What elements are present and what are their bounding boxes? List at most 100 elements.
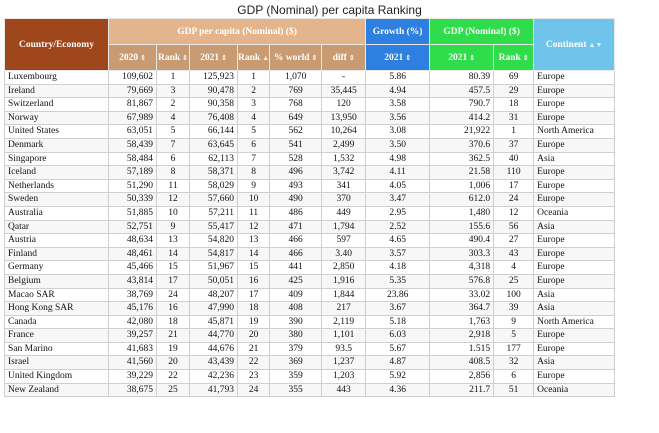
cell-gdp-pc-2020: 63,051 <box>108 124 157 139</box>
cell-growth-2021: 5.67 <box>365 341 431 357</box>
col-header-continent[interactable]: Continent ▲▼ <box>533 18 616 71</box>
subheader-gdp-nominal-2021[interactable]: 2021 ⇕ <box>429 44 495 71</box>
cell-rank-2021: 16 <box>236 273 271 289</box>
sort-icon[interactable]: ⇕ <box>523 54 529 62</box>
cell-rank-2021: 11 <box>236 205 271 221</box>
sort-icon[interactable]: ▲▼ <box>589 41 603 49</box>
cell-world-percent: 390 <box>269 314 323 330</box>
cell-gdp-pc-2021: 44,676 <box>189 341 238 357</box>
cell-world-percent: 486 <box>269 205 323 221</box>
cell-gdp-nominal-rank: 100 <box>493 287 535 303</box>
cell-world-percent: 359 <box>269 369 323 384</box>
cell-gdp-pc-2020: 38,769 <box>108 287 157 303</box>
cell-gdp-nominal-2021: 2,918 <box>429 328 495 343</box>
cell-country: Luxembourg <box>4 70 109 85</box>
cell-gdp-pc-2020: 51,885 <box>108 205 157 221</box>
cell-rank-2021: 23 <box>236 369 271 384</box>
cell-gdp-nominal-2021: 457.5 <box>429 83 495 99</box>
cell-world-percent: 369 <box>269 355 323 371</box>
col-header-country[interactable]: Country/Economy <box>4 18 109 71</box>
subheader-world-percent[interactable]: % world ⇕ <box>269 44 323 71</box>
cell-gdp-nominal-2021: 362.5 <box>429 151 495 167</box>
cell-gdp-pc-2021: 48,207 <box>189 287 238 303</box>
cell-rank-2020: 17 <box>156 273 190 289</box>
cell-world-percent: 408 <box>269 301 323 316</box>
subheader-diff[interactable]: diff ⇕ <box>321 44 367 71</box>
sort-icon[interactable]: ⇕ <box>312 54 318 62</box>
cell-continent: Europe <box>533 97 616 112</box>
cell-gdp-pc-2020: 109,602 <box>108 70 157 85</box>
cell-continent: Asia <box>533 287 616 303</box>
cell-rank-2020: 13 <box>156 233 190 248</box>
sort-icon[interactable]: ⇕ <box>140 54 146 62</box>
cell-gdp-pc-2020: 38,675 <box>108 382 157 398</box>
sort-icon[interactable]: ⇕ <box>182 54 188 62</box>
cell-growth-2021: 4.87 <box>365 355 431 371</box>
cell-gdp-pc-2021: 44,770 <box>189 328 238 343</box>
cell-gdp-pc-2020: 52,751 <box>108 219 157 235</box>
cell-world-percent: 466 <box>269 233 323 248</box>
subheader-rank-2020[interactable]: Rank ⇕ <box>156 44 190 71</box>
cell-gdp-pc-2021: 42,236 <box>189 369 238 384</box>
cell-gdp-pc-2020: 41,560 <box>108 355 157 371</box>
table-row: Ireland 79,669 3 90,478 2 769 35,445 4.94 457.5 2… <box>4 83 616 99</box>
cell-gdp-nominal-rank: 18 <box>493 97 535 112</box>
cell-rank-2020: 8 <box>156 165 190 180</box>
cell-country: New Zealand <box>4 382 109 398</box>
cell-gdp-pc-2021: 58,371 <box>189 165 238 180</box>
cell-gdp-nominal-2021: 155.6 <box>429 219 495 235</box>
table-row: Switzerland 81,867 2 90,358 3 768 120 3.58 790.7… <box>4 97 616 112</box>
cell-rank-2021: 20 <box>236 328 271 343</box>
cell-gdp-pc-2021: 62,113 <box>189 151 238 167</box>
cell-diff: 217 <box>321 301 367 316</box>
cell-diff: 2,850 <box>321 260 367 275</box>
ranking-table-container: Country/Economy GDP per capita (Nominal)… <box>4 18 616 398</box>
subheader-rank-2021[interactable]: Rank ▲ <box>236 44 271 71</box>
subheader-gdp-nominal-rank[interactable]: Rank ⇕ <box>493 44 535 71</box>
cell-gdp-pc-2021: 66,144 <box>189 124 238 139</box>
cell-diff: 120 <box>321 97 367 112</box>
subheader-2020[interactable]: 2020 ⇕ <box>108 44 157 71</box>
cell-rank-2021: 8 <box>236 165 271 180</box>
cell-gdp-nominal-rank: 29 <box>493 83 535 99</box>
cell-continent: Europe <box>533 110 616 126</box>
sort-icon[interactable]: ▲ <box>262 54 269 62</box>
sort-icon[interactable]: ⇕ <box>469 54 475 62</box>
subheader-2021[interactable]: 2021 ⇕ <box>189 44 238 71</box>
cell-diff: 370 <box>321 192 367 207</box>
cell-rank-2021: 5 <box>236 124 271 139</box>
cell-continent: Europe <box>533 273 616 289</box>
table-row: France 39,257 21 44,770 20 380 1,101 6.03 2,918 5… <box>4 328 616 343</box>
cell-diff: 1,237 <box>321 355 367 371</box>
cell-world-percent: 471 <box>269 219 323 235</box>
cell-growth-2021: 4.05 <box>365 178 431 194</box>
cell-rank-2021: 15 <box>236 260 271 275</box>
cell-gdp-nominal-2021: 612.0 <box>429 192 495 207</box>
cell-gdp-nominal-2021: 21.58 <box>429 165 495 180</box>
cell-growth-2021: 3.50 <box>365 137 431 153</box>
cell-rank-2020: 14 <box>156 246 190 262</box>
cell-continent: Europe <box>533 233 616 248</box>
sort-icon[interactable]: ⇕ <box>405 54 411 62</box>
cell-gdp-nominal-rank: 4 <box>493 260 535 275</box>
cell-gdp-nominal-rank: 31 <box>493 110 535 126</box>
cell-gdp-pc-2020: 45,466 <box>108 260 157 275</box>
cell-gdp-pc-2021: 47,990 <box>189 301 238 316</box>
cell-gdp-pc-2021: 90,478 <box>189 83 238 99</box>
cell-gdp-pc-2021: 45,871 <box>189 314 238 330</box>
cell-gdp-nominal-rank: 37 <box>493 137 535 153</box>
cell-country: Germany <box>4 260 109 275</box>
cell-country: Hong Kong SAR <box>4 301 109 316</box>
cell-country: Denmark <box>4 137 109 153</box>
table-row: Netherlands 51,290 11 58,029 9 493 341 4.05 1,00… <box>4 178 616 194</box>
cell-country: Australia <box>4 205 109 221</box>
cell-gdp-nominal-rank: 9 <box>493 314 535 330</box>
cell-growth-2021: 5.35 <box>365 273 431 289</box>
cell-gdp-nominal-rank: 56 <box>493 219 535 235</box>
cell-country: Qatar <box>4 219 109 235</box>
sort-icon[interactable]: ⇕ <box>221 54 227 62</box>
sort-icon[interactable]: ⇕ <box>349 54 355 62</box>
cell-country: United Kingdom <box>4 369 109 384</box>
subheader-growth-2021[interactable]: 2021 ⇕ <box>365 44 431 71</box>
cell-rank-2020: 22 <box>156 369 190 384</box>
